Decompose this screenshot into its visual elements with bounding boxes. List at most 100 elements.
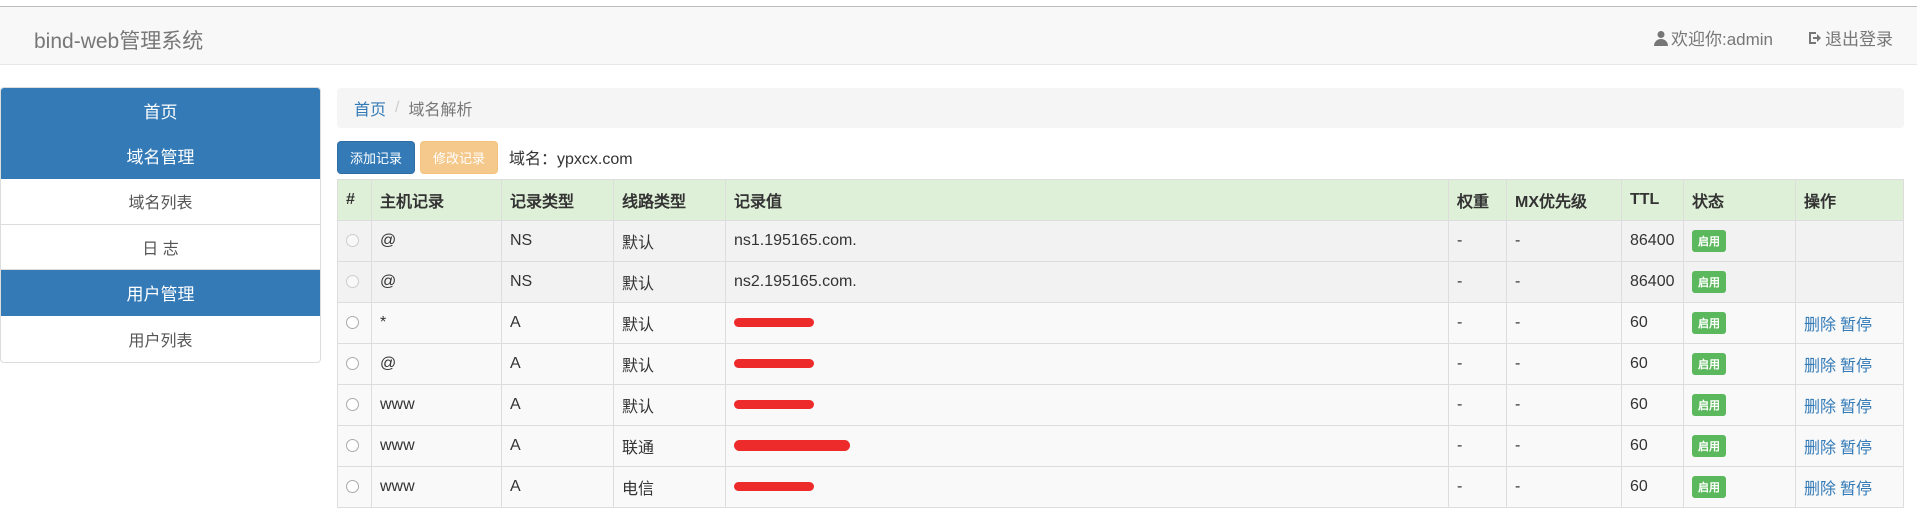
weight-cell: - [1448, 384, 1507, 426]
ttl-cell: 86400 [1621, 261, 1684, 303]
logout-icon [1809, 31, 1821, 44]
status-badge: 启用 [1692, 435, 1726, 457]
table-row: @ A 默认 - - 60 启用 删除 暂停 [337, 343, 1904, 385]
mx-cell: - [1506, 466, 1622, 508]
header-status: 状态 [1683, 179, 1796, 221]
ttl-cell: 60 [1621, 302, 1684, 344]
value-cell [725, 466, 1449, 508]
row-select-cell [337, 384, 372, 426]
weight-cell: - [1448, 220, 1507, 262]
value-cell [725, 302, 1449, 344]
mx-cell: - [1506, 425, 1622, 467]
edit-record-button[interactable]: 修改记录 [420, 140, 499, 174]
table-row: www A 联通 - - 60 启用 删除 暂停 [337, 425, 1904, 467]
mx-cell: - [1506, 302, 1622, 344]
header-index: # [337, 179, 372, 221]
header-weight: 权重 [1448, 179, 1507, 221]
row-select-cell [337, 261, 372, 303]
breadcrumb: 首页 / 域名解析 [337, 88, 1904, 128]
status-cell: 启用 [1683, 261, 1796, 303]
actions-cell: 删除 暂停 [1795, 302, 1904, 344]
host-cell: www [371, 425, 502, 467]
delete-link[interactable]: 删除 [1804, 481, 1836, 498]
ttl-cell: 60 [1621, 343, 1684, 385]
row-radio[interactable] [346, 316, 359, 330]
ttl-cell: 60 [1621, 384, 1684, 426]
type-cell: A [501, 343, 614, 385]
pause-link[interactable]: 暂停 [1840, 481, 1872, 498]
delete-link[interactable]: 删除 [1804, 317, 1836, 334]
host-cell: @ [371, 261, 502, 303]
sidebar: 首页 域名管理 域名列表 日 志 用户管理 用户列表 [0, 87, 321, 363]
mx-cell: - [1506, 220, 1622, 262]
brand-title[interactable]: bind-web管理系统 [34, 25, 203, 55]
status-cell: 启用 [1683, 425, 1796, 467]
type-cell: NS [501, 220, 614, 262]
sidebar-item-user-management[interactable]: 用户管理 [1, 270, 320, 316]
status-badge: 启用 [1692, 230, 1726, 252]
row-radio[interactable] [346, 398, 359, 412]
line-cell: 联通 [613, 425, 726, 467]
status-badge: 启用 [1692, 394, 1726, 416]
nav-right: 欢迎你:admin 退出登录 [1653, 25, 1893, 50]
row-select-cell [337, 302, 372, 344]
status-badge: 启用 [1692, 476, 1726, 498]
welcome-user-link[interactable]: 欢迎你:admin [1653, 25, 1773, 50]
mx-cell: - [1506, 384, 1622, 426]
table-row: www A 电信 - - 60 启用 删除 暂停 [337, 466, 1904, 508]
delete-link[interactable]: 删除 [1804, 358, 1836, 375]
status-badge: 启用 [1692, 353, 1726, 375]
host-cell: www [371, 384, 502, 426]
host-cell: @ [371, 220, 502, 262]
row-radio[interactable] [346, 439, 359, 453]
value-cell [725, 384, 1449, 426]
actions-cell [1795, 220, 1904, 262]
pause-link[interactable]: 暂停 [1840, 317, 1872, 334]
line-cell: 默认 [613, 343, 726, 385]
add-record-button[interactable]: 添加记录 [337, 140, 416, 174]
domain-name-label: 域名：ypxcx.com [509, 151, 633, 168]
line-cell: 默认 [613, 261, 726, 303]
ttl-cell: 60 [1621, 466, 1684, 508]
sidebar-item-domain-management[interactable]: 域名管理 [1, 133, 320, 180]
delete-link[interactable]: 删除 [1804, 399, 1836, 416]
user-icon [1653, 30, 1668, 46]
pause-link[interactable]: 暂停 [1840, 399, 1872, 416]
sidebar-item-logs[interactable]: 日 志 [1, 225, 320, 271]
sidebar-item-home[interactable]: 首页 [1, 88, 320, 134]
value-cell: ns2.195165.com. [725, 261, 1449, 303]
weight-cell: - [1448, 302, 1507, 344]
header-host: 主机记录 [371, 179, 502, 221]
line-cell: 默认 [613, 220, 726, 262]
redacted-value-mark [734, 359, 814, 369]
status-badge: 启用 [1692, 271, 1726, 293]
sidebar-item-domain-list[interactable]: 域名列表 [1, 179, 320, 225]
status-cell: 启用 [1683, 343, 1796, 385]
delete-link[interactable]: 删除 [1804, 440, 1836, 457]
host-cell: www [371, 466, 502, 508]
redacted-value-mark [734, 400, 814, 410]
toolbar: 添加记录 修改记录 域名：ypxcx.com [337, 140, 633, 174]
value-cell: ns1.195165.com. [725, 220, 1449, 262]
breadcrumb-home-link[interactable]: 首页 [354, 96, 386, 120]
type-cell: A [501, 466, 614, 508]
row-radio[interactable] [346, 480, 359, 494]
actions-cell: 删除 暂停 [1795, 384, 1904, 426]
line-cell: 默认 [613, 302, 726, 344]
header-mx-priority: MX优先级 [1506, 179, 1622, 221]
sidebar-item-user-list[interactable]: 用户列表 [1, 316, 320, 362]
row-select-cell [337, 343, 372, 385]
type-cell: NS [501, 261, 614, 303]
row-radio[interactable] [346, 357, 359, 371]
actions-cell: 删除 暂停 [1795, 425, 1904, 467]
status-cell: 启用 [1683, 466, 1796, 508]
ttl-cell: 60 [1621, 425, 1684, 467]
value-cell [725, 343, 1449, 385]
pause-link[interactable]: 暂停 [1840, 440, 1872, 457]
row-select-cell [337, 425, 372, 467]
logout-link[interactable]: 退出登录 [1807, 25, 1893, 50]
pause-link[interactable]: 暂停 [1840, 358, 1872, 375]
row-radio[interactable] [346, 275, 359, 289]
value-cell [725, 425, 1449, 467]
row-radio[interactable] [346, 234, 359, 248]
